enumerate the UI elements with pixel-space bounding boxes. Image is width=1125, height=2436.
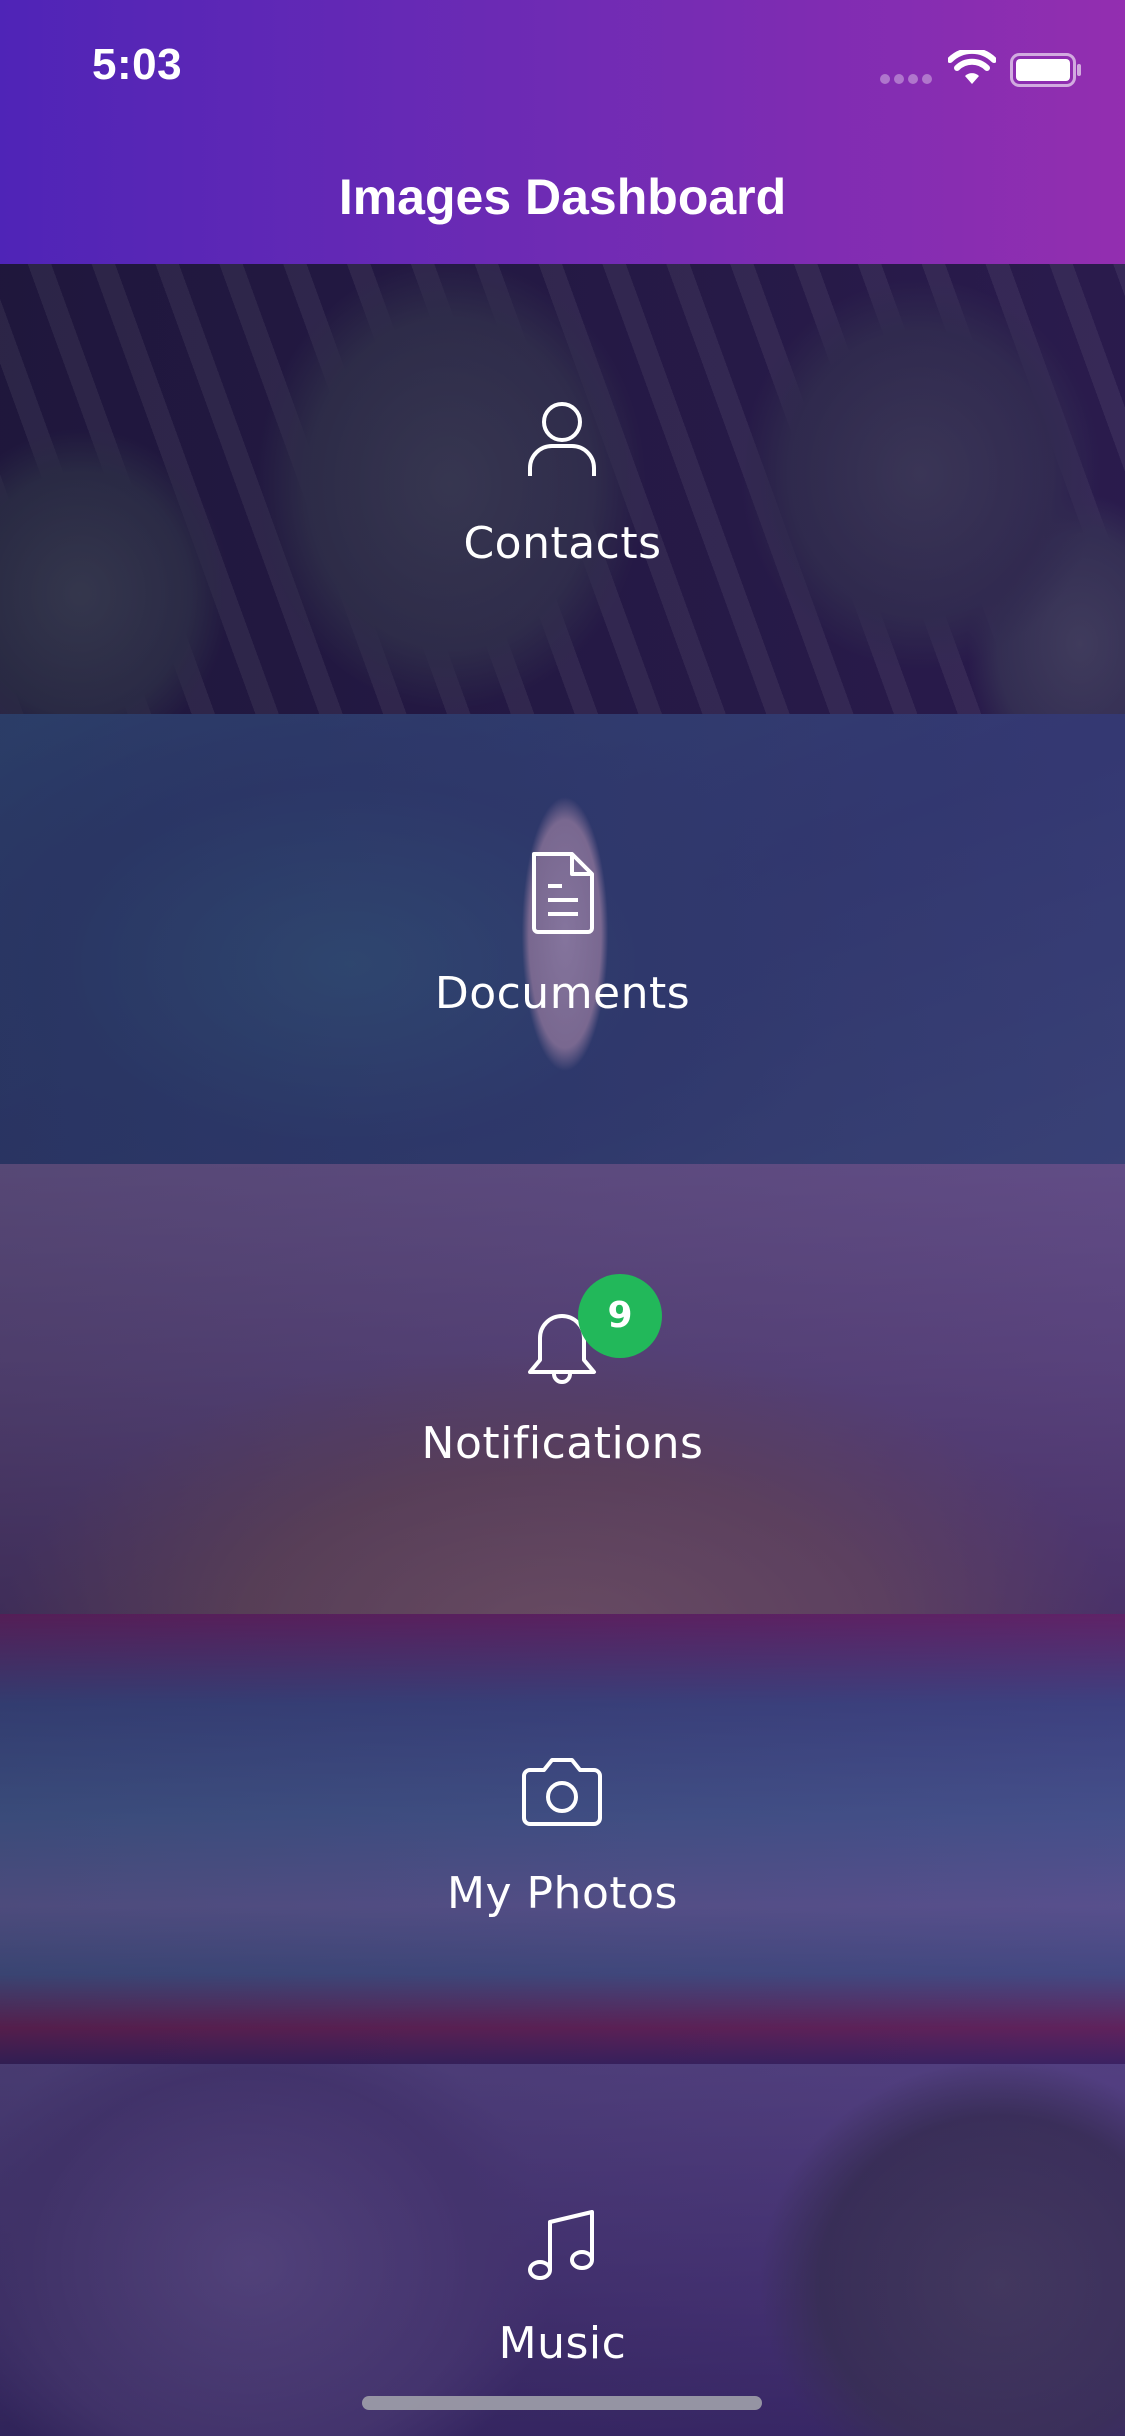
- tile-documents[interactable]: Documents: [0, 714, 1125, 1164]
- home-indicator[interactable]: [362, 2396, 762, 2410]
- dashboard-screen: 5:03 Images Dashboard Contacts Documents…: [0, 0, 1125, 2436]
- tile-label-documents: Documents: [434, 968, 691, 1019]
- battery-icon: [1010, 53, 1081, 87]
- tile-music[interactable]: Music: [0, 2064, 1125, 2436]
- tile-notifications[interactable]: Notifications: [0, 1164, 1125, 1614]
- document-icon: [532, 852, 594, 934]
- notification-count-badge: 9: [578, 1274, 662, 1358]
- camera-icon: [522, 1758, 602, 1826]
- page-title: Images Dashboard: [338, 169, 787, 225]
- tile-label-my-photos: My Photos: [447, 1868, 678, 1919]
- status-time: 5:03: [92, 40, 183, 89]
- tile-contacts[interactable]: Contacts: [0, 264, 1125, 714]
- tile-label-notifications: Notifications: [421, 1418, 704, 1469]
- tile-label-music: Music: [498, 2318, 627, 2369]
- wifi-icon: [948, 50, 996, 84]
- nav-header: 5:03 Images Dashboard: [0, 0, 1125, 264]
- tile-my-photos[interactable]: My Photos: [0, 1614, 1125, 2064]
- person-icon: [528, 402, 596, 476]
- dashboard-tiles: Contacts Documents Notifications My Phot…: [0, 264, 1125, 2436]
- music-note-icon: [528, 2210, 594, 2280]
- cellular-signal-icon: [880, 74, 932, 84]
- tile-label-contacts: Contacts: [463, 518, 662, 569]
